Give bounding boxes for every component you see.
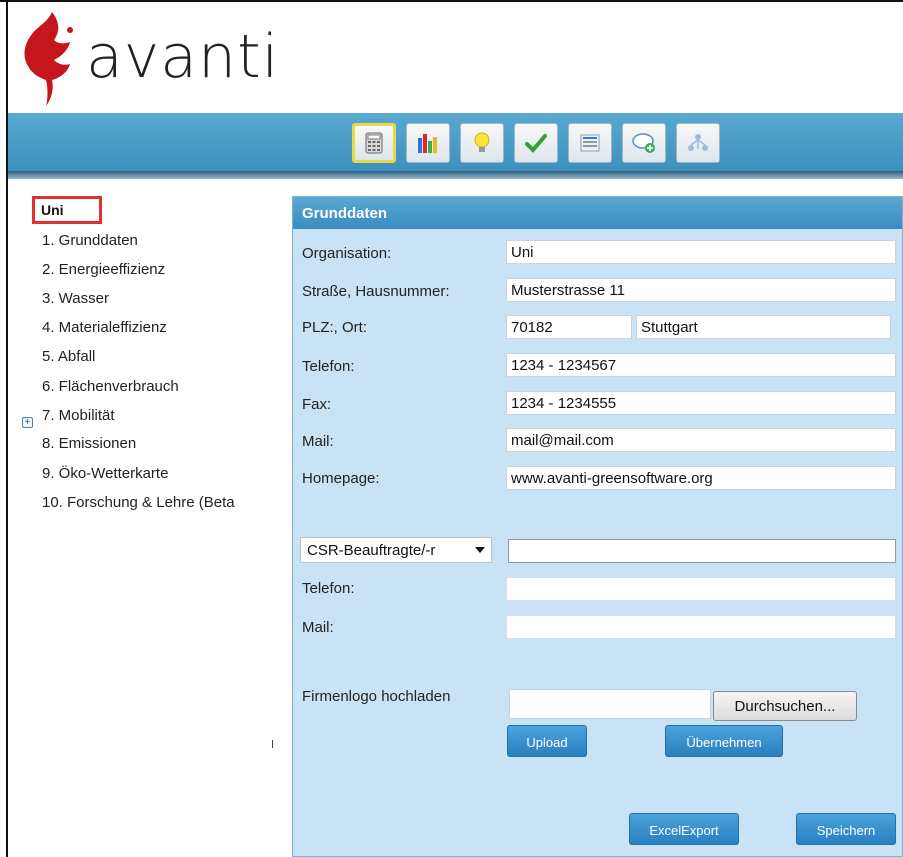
fax-label: Fax: (302, 396, 332, 413)
apply-button[interactable]: Übernehmen (665, 725, 783, 757)
telefon-field[interactable]: 1234 - 1234567 (506, 353, 896, 377)
fax-field[interactable]: 1234 - 1234555 (506, 391, 896, 415)
main-toolbar (8, 113, 903, 171)
csr-role-selected: CSR-Beauftragte/-r (307, 542, 436, 559)
save-button[interactable]: Speichern (796, 813, 896, 845)
ideas-button[interactable] (460, 123, 504, 163)
homepage-field[interactable]: www.avanti-greensoftware.org (506, 466, 896, 490)
excel-export-button[interactable]: ExcelExport (629, 813, 739, 845)
mail-label: Mail: (302, 433, 334, 450)
logo-file-input[interactable] (509, 689, 711, 719)
sidebar-item-materialeffizienz[interactable]: 4. Materialeffizienz (42, 319, 167, 336)
csr-role-select[interactable]: CSR-Beauftragte/-r (300, 537, 492, 563)
list-button[interactable] (568, 123, 612, 163)
bar-chart-icon (418, 134, 437, 153)
expand-plus-icon[interactable]: + (22, 417, 33, 428)
organisation-label: Organisation: (302, 245, 392, 262)
csr-telefon-field[interactable] (506, 577, 896, 601)
comment-add-button[interactable] (622, 123, 666, 163)
mail-field[interactable]: mail@mail.com (506, 428, 896, 452)
chevron-down-icon (475, 547, 485, 553)
sidebar-item-grunddaten[interactable]: 1. Grunddaten (42, 232, 138, 249)
telefon-label: Telefon: (302, 358, 355, 375)
list-icon (580, 134, 600, 152)
avanti-leaf-logo (18, 8, 78, 108)
csr-name-field[interactable] (508, 539, 896, 563)
plz-ort-label: PLZ:, Ort: (302, 319, 368, 336)
street-label: Straße, Hausnummer: (302, 283, 450, 300)
csr-telefon-label: Telefon: (302, 580, 355, 597)
toolbar-shadow (8, 171, 903, 179)
sidebar-nav: Uni 1. Grunddaten 2. Energieeffizienz 3.… (8, 180, 270, 857)
calculator-button[interactable] (352, 123, 396, 163)
sidebar-item-flaechenverbrauch[interactable]: 6. Flächenverbrauch (42, 378, 179, 395)
checkmark-icon (525, 134, 547, 153)
brand-name: avanti (86, 22, 280, 92)
organisation-field[interactable]: Uni (506, 240, 896, 264)
grunddaten-panel: Grunddaten Organisation: Uni Straße, Hau… (292, 196, 903, 857)
sidebar-item-energieeffizienz[interactable]: 2. Energieeffizienz (42, 261, 165, 278)
browse-button[interactable]: Durchsuchen... (713, 691, 857, 721)
csr-mail-label: Mail: (302, 619, 334, 636)
street-field[interactable]: Musterstrasse 11 (506, 278, 896, 302)
comment-add-icon (632, 133, 655, 153)
sidebar-item-forschung-lehre[interactable]: 10. Forschung & Lehre (Beta (42, 494, 235, 511)
panel-title: Grunddaten (293, 197, 902, 229)
calculator-icon (365, 132, 383, 154)
network-button[interactable] (676, 123, 720, 163)
sidebar-item-abfall[interactable]: 5. Abfall (42, 348, 95, 365)
sidebar-item-wasser[interactable]: 3. Wasser (42, 290, 109, 307)
homepage-label: Homepage: (302, 470, 380, 487)
sidebar-item-mobilitaet[interactable]: 7. Mobilität (42, 407, 115, 424)
sidebar-item-oeko-wetterkarte[interactable]: 9. Öko-Wetterkarte (42, 465, 168, 482)
splitter-handle[interactable] (272, 740, 273, 748)
sidebar-item-emissionen[interactable]: 8. Emissionen (42, 435, 136, 452)
chart-button[interactable] (406, 123, 450, 163)
check-button[interactable] (514, 123, 558, 163)
plz-field[interactable]: 70182 (506, 315, 632, 339)
ort-field[interactable]: Stuttgart (636, 315, 891, 339)
upload-button[interactable]: Upload (507, 725, 587, 757)
app-header: avanti (8, 2, 903, 112)
sidebar-root-uni[interactable]: Uni (32, 196, 102, 224)
logo-upload-label: Firmenlogo hochladen (302, 688, 451, 705)
network-icon (688, 134, 708, 151)
csr-mail-field[interactable] (506, 615, 896, 639)
lightbulb-icon (474, 132, 490, 152)
